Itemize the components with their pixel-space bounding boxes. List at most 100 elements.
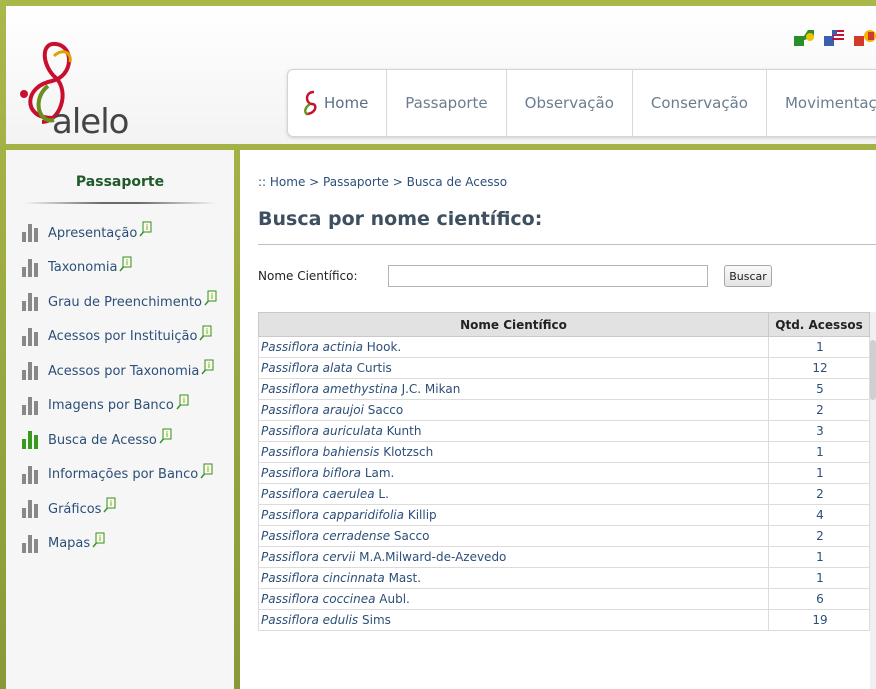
flag-en-icon[interactable]: [824, 28, 846, 46]
table-row[interactable]: Passiflora actinia Hook. 1: [258, 336, 870, 358]
scientific-name-cell[interactable]: Passiflora biflora Lam.: [258, 462, 769, 484]
table-row[interactable]: Passiflora araujoi Sacco 2: [258, 399, 870, 421]
table-row[interactable]: Passiflora cervii M.A.Milward-de-Azevedo…: [258, 546, 870, 568]
sidebar-item-label: Informações por Banco: [48, 467, 199, 483]
accession-count-cell[interactable]: 1: [768, 441, 870, 463]
accession-count-cell[interactable]: 12: [768, 357, 870, 379]
genus-species: Passiflora actinia: [261, 340, 363, 354]
scientific-name-cell[interactable]: Passiflora cervii M.A.Milward-de-Azevedo: [258, 546, 769, 568]
table-row[interactable]: Passiflora edulis Sims 19: [258, 609, 870, 631]
table-row[interactable]: Passiflora capparidifolia Killip 4: [258, 504, 870, 526]
genus-species: Passiflora capparidifolia: [261, 508, 404, 522]
sidebar-menu: Apresentação i Taxonomia i Grau de Preenchim…: [6, 216, 234, 561]
author: J.C. Mikan: [401, 382, 461, 396]
info-icon[interactable]: i: [119, 256, 133, 272]
sidebar-item[interactable]: Imagens por Banco i: [6, 389, 234, 424]
genus-species: Passiflora cincinnata: [261, 571, 385, 585]
nav-home[interactable]: Home: [288, 70, 388, 136]
svg-text:i: i: [126, 258, 128, 267]
sidebar-item[interactable]: Gráficos i: [6, 492, 234, 527]
scientific-name-cell[interactable]: Passiflora cerradense Sacco: [258, 525, 769, 547]
genus-species: Passiflora bahiensis: [261, 445, 379, 459]
sidebar-item[interactable]: Acessos por Taxonomia i: [6, 354, 234, 389]
accession-count-cell[interactable]: 2: [768, 483, 870, 505]
info-icon[interactable]: i: [139, 221, 153, 237]
info-icon[interactable]: i: [176, 394, 190, 410]
scrollbar-thumb[interactable]: [870, 340, 876, 400]
scientific-name-cell[interactable]: Passiflora caerulea L.: [258, 483, 769, 505]
scientific-name-cell[interactable]: Passiflora actinia Hook.: [258, 336, 769, 358]
bar-chart-icon: [22, 500, 42, 519]
accession-count-cell[interactable]: 6: [768, 588, 870, 610]
table-row[interactable]: Passiflora amethystina J.C. Mikan 5: [258, 378, 870, 400]
sidebar-item[interactable]: Busca de Acesso i: [6, 423, 234, 458]
sidebar-item[interactable]: Informações por Banco i: [6, 458, 234, 493]
genus-species: Passiflora caerulea: [261, 487, 375, 501]
species: bahiensis: [322, 445, 380, 459]
scientific-name-cell[interactable]: Passiflora araujoi Sacco: [258, 399, 769, 421]
page-title: Busca por nome científico:: [258, 208, 543, 230]
accession-count-cell[interactable]: 2: [768, 525, 870, 547]
genus-species: Passiflora cerradense: [261, 529, 390, 543]
info-icon[interactable]: i: [199, 325, 213, 341]
scientific-name-cell[interactable]: Passiflora alata Curtis: [258, 357, 769, 379]
info-icon[interactable]: i: [92, 532, 106, 548]
svg-text:i: i: [146, 223, 148, 232]
accession-count-cell[interactable]: 3: [768, 420, 870, 442]
table-row[interactable]: Passiflora cincinnata Mast. 1: [258, 567, 870, 589]
table-row[interactable]: Passiflora auriculata Kunth 3: [258, 420, 870, 442]
scientific-name-cell[interactable]: Passiflora auriculata Kunth: [258, 420, 769, 442]
svg-text:i: i: [166, 430, 168, 439]
species: araujoi: [322, 403, 364, 417]
table-row[interactable]: Passiflora caerulea L. 2: [258, 483, 870, 505]
sidebar-item[interactable]: Apresentação i: [6, 216, 234, 251]
table-row[interactable]: Passiflora cerradense Sacco 2: [258, 525, 870, 547]
nav-conservacao[interactable]: Conservação: [633, 70, 767, 136]
species: auriculata: [322, 424, 383, 438]
info-icon[interactable]: i: [159, 428, 173, 444]
sidebar-item[interactable]: Mapas i: [6, 527, 234, 562]
info-icon[interactable]: i: [204, 290, 218, 306]
table-row[interactable]: Passiflora biflora Lam. 1: [258, 462, 870, 484]
breadcrumb[interactable]: :: Home > Passaporte > Busca de Acesso: [258, 175, 507, 189]
scientific-name-input[interactable]: [388, 265, 708, 287]
accession-count-cell[interactable]: 1: [768, 546, 870, 568]
title-divider: [258, 244, 876, 245]
scientific-name-cell[interactable]: Passiflora bahiensis Klotzsch: [258, 441, 769, 463]
accession-count-cell[interactable]: 1: [768, 462, 870, 484]
table-row[interactable]: Passiflora coccinea Aubl. 6: [258, 588, 870, 610]
accession-count-cell[interactable]: 19: [768, 609, 870, 631]
author: Lam.: [364, 466, 395, 480]
sidebar-item[interactable]: Taxonomia i: [6, 251, 234, 286]
scientific-name-cell[interactable]: Passiflora edulis Sims: [258, 609, 769, 631]
accession-count-cell[interactable]: 4: [768, 504, 870, 526]
search-button[interactable]: Buscar: [724, 265, 772, 287]
col-scientific-name[interactable]: Nome Científico: [258, 312, 769, 337]
nav-observacao[interactable]: Observação: [507, 70, 633, 136]
accession-count-cell[interactable]: 5: [768, 378, 870, 400]
flag-es-icon[interactable]: [854, 28, 876, 46]
flag-pt-icon[interactable]: [794, 28, 816, 46]
table-scrollbar[interactable]: [870, 312, 876, 689]
scientific-name-cell[interactable]: Passiflora cincinnata Mast.: [258, 567, 769, 589]
info-icon[interactable]: i: [200, 463, 214, 479]
nav-movimentacao[interactable]: Movimentação: [767, 70, 876, 136]
nav-passaporte[interactable]: Passaporte: [387, 70, 507, 136]
col-accession-count[interactable]: Qtd. Acessos: [768, 312, 870, 337]
scientific-name-cell[interactable]: Passiflora capparidifolia Killip: [258, 504, 769, 526]
genus-species: Passiflora coccinea: [261, 592, 375, 606]
nav-home-label: Home: [324, 94, 369, 112]
info-icon[interactable]: i: [103, 497, 117, 513]
sidebar-item[interactable]: Grau de Preenchimento i: [6, 285, 234, 320]
accession-count-cell[interactable]: 1: [768, 336, 870, 358]
accession-count-cell[interactable]: 2: [768, 399, 870, 421]
author: Sacco: [393, 529, 430, 543]
accession-count-cell[interactable]: 1: [768, 567, 870, 589]
scientific-name-cell[interactable]: Passiflora amethystina J.C. Mikan: [258, 378, 769, 400]
info-icon[interactable]: i: [201, 359, 215, 375]
scientific-name-cell[interactable]: Passiflora coccinea Aubl.: [258, 588, 769, 610]
sidebar-item[interactable]: Acessos por Instituição i: [6, 320, 234, 355]
table-row[interactable]: Passiflora bahiensis Klotzsch 1: [258, 441, 870, 463]
alelo-logo[interactable]: alelo: [12, 26, 142, 142]
table-row[interactable]: Passiflora alata Curtis 12: [258, 357, 870, 379]
